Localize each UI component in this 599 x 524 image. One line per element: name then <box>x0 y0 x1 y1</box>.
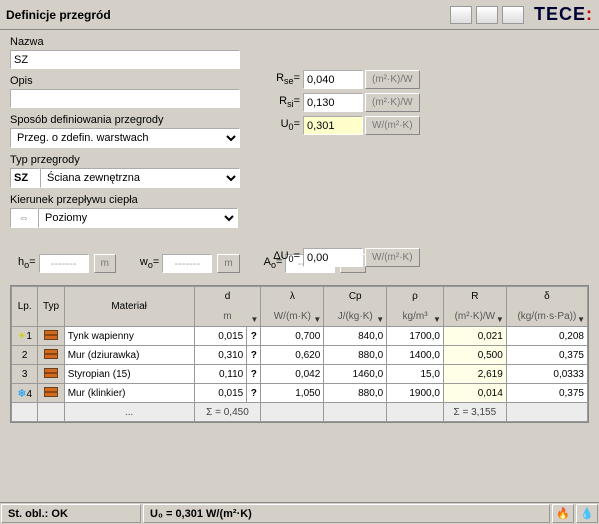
status-icon-1[interactable]: 🔥 <box>552 504 574 523</box>
h0-unit-button[interactable]: m <box>94 254 116 273</box>
toolbar-icon-2[interactable] <box>476 6 498 24</box>
u0-output <box>303 116 363 135</box>
du0-input[interactable] <box>303 248 363 267</box>
col-material[interactable]: Materiał <box>64 287 194 327</box>
rsi-unit-button[interactable]: (m²·K)/W <box>365 93 420 112</box>
rsi-label: Rsi= <box>260 95 300 109</box>
col-cp[interactable]: Cp <box>324 287 387 307</box>
status-u0: U₀ = 0,301 W/(m²·K) <box>143 504 550 523</box>
col-lambda[interactable]: λ <box>261 287 324 307</box>
def-method-select[interactable]: Przeg. o zdefin. warstwach <box>10 128 240 148</box>
table-row[interactable]: 2Mur (dziurawka)0,310?0,620880,01400,00,… <box>12 346 588 365</box>
rsi-input[interactable] <box>303 93 363 112</box>
col-d[interactable]: d <box>194 287 261 307</box>
type-code: SZ <box>10 168 40 188</box>
flow-direction-icon: ⇔ <box>10 208 38 228</box>
status-calc: St. obl.: OK <box>1 504 141 523</box>
w0-label: wo= <box>140 256 159 270</box>
table-row[interactable]: ❄4Mur (klinkier)0,015?1,050880,01900,00,… <box>12 384 588 403</box>
sum-d: Σ = 0,450 <box>194 403 261 422</box>
h0-value: ------- <box>39 254 89 273</box>
name-label: Nazwa <box>10 36 589 48</box>
toolbar-icon-1[interactable] <box>450 6 472 24</box>
brick-icon <box>44 330 58 340</box>
col-r-unit[interactable]: (m²·K)/W▼ <box>443 307 506 327</box>
rse-input[interactable] <box>303 70 363 89</box>
materials-table[interactable]: Lp. Typ Materiał d λ Cp ρ R δ m▼ W/(m·K)… <box>10 285 589 423</box>
col-typ[interactable]: Typ <box>38 287 64 327</box>
flow-select[interactable]: Poziomy <box>38 208 238 228</box>
brick-icon <box>44 387 58 397</box>
brick-icon <box>44 349 58 359</box>
toolbar-icon-3[interactable] <box>502 6 524 24</box>
table-row[interactable]: ☀1Tynk wapienny0,015?0,700840,01700,00,0… <box>12 327 588 346</box>
col-lp[interactable]: Lp. <box>12 287 38 327</box>
u0-unit-button[interactable]: W/(m²·K) <box>365 116 420 135</box>
du0-unit-button[interactable]: W/(m²·K) <box>365 248 420 267</box>
flow-label: Kierunek przepływu ciepła <box>10 194 589 206</box>
h0-label: ho= <box>18 256 36 270</box>
du0-label: ΔU0= <box>250 250 300 264</box>
rse-label: Rse= <box>260 72 300 86</box>
table-row[interactable]: 3Styropian (15)0,110?0,0421460,015,02,61… <box>12 365 588 384</box>
col-d-unit[interactable]: m▼ <box>194 307 261 327</box>
desc-input[interactable] <box>10 89 240 108</box>
col-delta[interactable]: δ <box>506 287 587 307</box>
brick-icon <box>44 368 58 378</box>
page-title: Definicje przegród <box>6 8 111 22</box>
type-label: Typ przegrody <box>10 154 589 166</box>
col-cp-unit[interactable]: J/(kg·K)▼ <box>324 307 387 327</box>
sum-r: Σ = 3,155 <box>443 403 506 422</box>
brand-logo: TECE: <box>534 4 593 25</box>
type-select[interactable]: Ściana zewnętrzna <box>40 168 240 188</box>
w0-value: ------- <box>162 254 212 273</box>
u0-label: U0= <box>260 118 300 132</box>
w0-unit-button[interactable]: m <box>217 254 239 273</box>
col-lambda-unit[interactable]: W/(m·K)▼ <box>261 307 324 327</box>
col-rho-unit[interactable]: kg/m³▼ <box>387 307 444 327</box>
col-rho[interactable]: ρ <box>387 287 444 307</box>
status-icon-2[interactable]: 💧 <box>576 504 598 523</box>
col-delta-unit[interactable]: (kg/(m·s·Pa))▼ <box>506 307 587 327</box>
rse-unit-button[interactable]: (m²·K)/W <box>365 70 420 89</box>
col-r[interactable]: R <box>443 287 506 307</box>
name-input[interactable] <box>10 50 240 69</box>
